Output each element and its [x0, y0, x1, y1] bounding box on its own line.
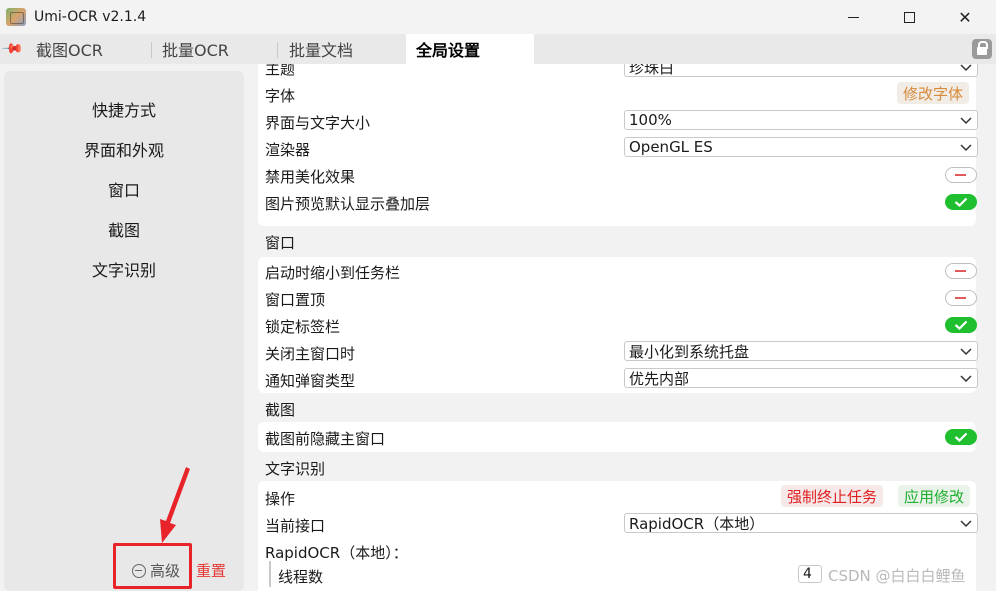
close-main-label: 关闭主窗口时 [265, 345, 356, 363]
chevron-down-icon [960, 64, 972, 72]
section-title-window: 窗口 [265, 234, 296, 252]
ui-scale-label: 界面与文字大小 [265, 114, 371, 132]
chevron-down-icon [960, 117, 972, 125]
disable-effects-toggle[interactable] [945, 167, 977, 183]
start-minimized-toggle[interactable] [945, 263, 977, 279]
always-on-top-label: 窗口置顶 [265, 291, 326, 309]
section-title-screenshot: 截图 [265, 401, 296, 419]
tab-batch-ocr[interactable]: 批量OCR [162, 34, 274, 64]
start-minimized-label: 启动时缩小到任务栏 [265, 264, 401, 282]
minimize-icon [847, 16, 859, 18]
apply-changes-button[interactable]: 应用修改 [898, 485, 971, 507]
tree-indent-line [269, 561, 271, 587]
tab-global-settings[interactable]: 全局设置 [406, 34, 534, 64]
ui-scale-value: 100% [629, 111, 672, 129]
maximize-button[interactable] [886, 0, 932, 34]
chevron-down-icon [960, 144, 972, 152]
notify-type-value: 优先内部 [629, 369, 690, 388]
sidebar-item-appearance[interactable]: 界面和外观 [4, 137, 244, 161]
lock-icon[interactable] [972, 39, 992, 59]
section-title-ocr: 文字识别 [265, 460, 326, 478]
hide-before-capture-toggle[interactable] [945, 429, 977, 445]
tab-divider [151, 42, 152, 58]
close-main-select[interactable]: 最小化到系统托盘 [624, 341, 978, 361]
tab-screenshot-ocr[interactable]: 截图OCR [36, 34, 148, 64]
renderer-label: 渲染器 [265, 141, 311, 159]
tab-label: 全局设置 [416, 41, 481, 60]
change-font-button[interactable]: 修改字体 [897, 82, 970, 104]
preview-overlay-label: 图片预览默认显示叠加层 [265, 195, 431, 213]
advanced-label: 高级 [150, 562, 181, 580]
preview-overlay-toggle[interactable] [945, 194, 977, 210]
sidebar-item-shortcuts[interactable]: 快捷方式 [4, 97, 244, 121]
app-logo-icon [6, 8, 26, 26]
chevron-down-icon [960, 520, 972, 528]
advanced-toggle[interactable]: 高级 [132, 560, 180, 581]
tab-label: 截图OCR [36, 41, 103, 60]
settings-sidebar: 快捷方式 界面和外观 窗口 截图 文字识别 [4, 71, 244, 591]
notify-type-label: 通知弹窗类型 [265, 372, 356, 390]
force-stop-button[interactable]: 强制终止任务 [781, 485, 884, 507]
minus-circle-icon [132, 563, 146, 578]
pin-icon[interactable]: 📌 [0, 36, 25, 61]
threads-input[interactable]: 4 [798, 565, 822, 583]
tab-label: 批量OCR [162, 41, 229, 60]
hide-before-capture-label: 截图前隐藏主窗口 [265, 430, 386, 448]
notify-type-select[interactable]: 优先内部 [624, 368, 978, 388]
chevron-down-icon [960, 348, 972, 356]
tab-batch-doc[interactable]: 批量文档 [289, 34, 401, 64]
sidebar-item-window[interactable]: 窗口 [4, 177, 244, 201]
disable-effects-label: 禁用美化效果 [265, 168, 356, 186]
window-title: Umi-OCR v2.1.4 [34, 9, 147, 25]
settings-panel: 主题 珍珠白 字体 修改字体 界面与文字大小 100% 渲染器 OpenGL E… [250, 64, 996, 591]
reset-button[interactable]: 重置 [196, 560, 226, 581]
threads-label: 线程数 [278, 568, 324, 586]
rapidocr-group-label: RapidOCR（本地）： [265, 544, 408, 562]
check-icon [954, 197, 968, 207]
lock-tabs-label: 锁定标签栏 [265, 318, 341, 336]
lock-tabs-toggle[interactable] [945, 317, 977, 333]
tab-label: 批量文档 [289, 41, 354, 60]
theme-value: 珍珠白 [629, 64, 675, 77]
renderer-value: OpenGL ES [629, 138, 713, 156]
ui-scale-select[interactable]: 100% [624, 110, 978, 130]
renderer-select[interactable]: OpenGL ES [624, 137, 978, 157]
current-api-select[interactable]: RapidOCR（本地） [624, 513, 978, 533]
theme-label: 主题 [265, 64, 296, 78]
current-api-label: 当前接口 [265, 517, 326, 535]
maximize-icon [903, 11, 915, 23]
annotation-arrow [160, 467, 190, 543]
sidebar-item-screenshot[interactable]: 截图 [4, 217, 244, 241]
close-button[interactable]: ✕ [942, 0, 988, 34]
check-icon [954, 432, 968, 442]
operation-label: 操作 [265, 490, 296, 508]
close-main-value: 最小化到系统托盘 [629, 342, 750, 361]
current-api-value: RapidOCR（本地） [629, 514, 765, 533]
title-bar: Umi-OCR v2.1.4 ✕ [0, 0, 996, 34]
sidebar-item-ocr[interactable]: 文字识别 [4, 257, 244, 281]
appearance-card: 主题 珍珠白 字体 修改字体 界面与文字大小 100% 渲染器 OpenGL E… [258, 64, 978, 226]
font-label: 字体 [265, 87, 296, 105]
always-on-top-toggle[interactable] [945, 290, 977, 306]
tab-divider [277, 42, 278, 58]
theme-select[interactable]: 珍珠白 [624, 64, 978, 77]
check-icon [954, 320, 968, 330]
chevron-down-icon [960, 375, 972, 383]
minimize-button[interactable] [830, 0, 876, 34]
tab-bar: 📌 截图OCR 批量OCR 批量文档 全局设置 [0, 34, 996, 64]
screenshot-card: 截图前隐藏主窗口 [258, 422, 977, 452]
window-card: 启动时缩小到任务栏 窗口置顶 锁定标签栏 关闭主窗口时 最小化到系统托盘 通知弹… [258, 257, 978, 393]
watermark-text: CSDN @白白白鲤鱼 [828, 567, 966, 585]
close-icon: ✕ [958, 7, 972, 27]
